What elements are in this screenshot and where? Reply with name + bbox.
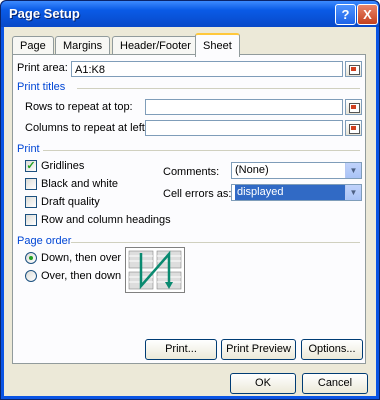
- gridlines-label: Gridlines: [41, 160, 85, 172]
- print-titles-section: Print titles: [17, 81, 66, 93]
- cols-repeat-input[interactable]: [145, 120, 343, 136]
- page-order-divider: [71, 242, 360, 243]
- close-button[interactable]: X: [357, 4, 378, 25]
- row-col-headings-checkbox[interactable]: [25, 214, 37, 226]
- row-col-headings-label: Row and column headings: [41, 214, 171, 226]
- page-order-preview-icon: [125, 247, 185, 293]
- title-bar[interactable]: Page Setup ? X: [1, 1, 379, 27]
- range-select-icon: [349, 124, 360, 134]
- print-preview-button[interactable]: Print Preview: [221, 339, 296, 360]
- print-section: Print: [17, 143, 40, 155]
- cols-repeat-label: Columns to repeat at left:: [25, 122, 148, 134]
- range-select-icon: [349, 65, 360, 75]
- chevron-down-icon[interactable]: ▼: [345, 163, 361, 178]
- tab-margins[interactable]: Margins: [55, 36, 111, 55]
- comments-value: (None): [235, 164, 269, 176]
- print-area-label: Print area:: [17, 62, 68, 74]
- ok-button[interactable]: OK: [230, 373, 296, 394]
- rows-repeat-label: Rows to repeat at top:: [25, 101, 133, 113]
- dialog-body: Page Margins Header/Footer Sheet Print a…: [4, 27, 376, 396]
- print-titles-divider: [77, 88, 360, 89]
- page-order-section: Page order: [17, 235, 72, 247]
- draft-quality-label: Draft quality: [41, 196, 100, 208]
- cell-errors-label: Cell errors as:: [163, 188, 232, 200]
- over-then-down-label: Over, then down: [41, 270, 122, 282]
- print-button[interactable]: Print...: [145, 339, 217, 360]
- rows-repeat-input[interactable]: [145, 99, 343, 115]
- rows-repeat-collapse-button[interactable]: [345, 99, 362, 115]
- chevron-down-icon[interactable]: ▼: [345, 185, 361, 200]
- help-button[interactable]: ?: [335, 4, 356, 25]
- black-white-label: Black and white: [41, 178, 119, 190]
- cols-repeat-collapse-button[interactable]: [345, 120, 362, 136]
- range-select-icon: [349, 103, 360, 113]
- down-then-over-label: Down, then over: [41, 252, 122, 264]
- tab-header-footer[interactable]: Header/Footer: [112, 36, 199, 55]
- comments-select[interactable]: (None) ▼: [231, 162, 362, 179]
- black-white-checkbox[interactable]: [25, 178, 37, 190]
- draft-quality-checkbox[interactable]: [25, 196, 37, 208]
- print-area-input[interactable]: A1:K8: [71, 61, 343, 77]
- tab-page[interactable]: Page: [12, 36, 54, 55]
- tab-sheet[interactable]: Sheet: [195, 33, 240, 57]
- dialog-title: Page Setup: [9, 6, 80, 21]
- cancel-button[interactable]: Cancel: [302, 373, 368, 394]
- comments-label: Comments:: [163, 166, 220, 178]
- sheet-panel: Print area: A1:K8 Print titles Rows to r…: [12, 54, 366, 364]
- cell-errors-value: displayed: [235, 185, 349, 200]
- down-then-over-radio[interactable]: [25, 252, 37, 264]
- page-setup-dialog: Page Setup ? X Page Margins Header/Foote…: [0, 0, 380, 400]
- gridlines-checkbox[interactable]: ✓: [25, 160, 37, 172]
- over-then-down-radio[interactable]: [25, 270, 37, 282]
- print-divider: [43, 150, 360, 151]
- cell-errors-select[interactable]: displayed ▼: [231, 184, 362, 201]
- options-button[interactable]: Options...: [301, 339, 363, 360]
- print-area-collapse-button[interactable]: [345, 61, 362, 77]
